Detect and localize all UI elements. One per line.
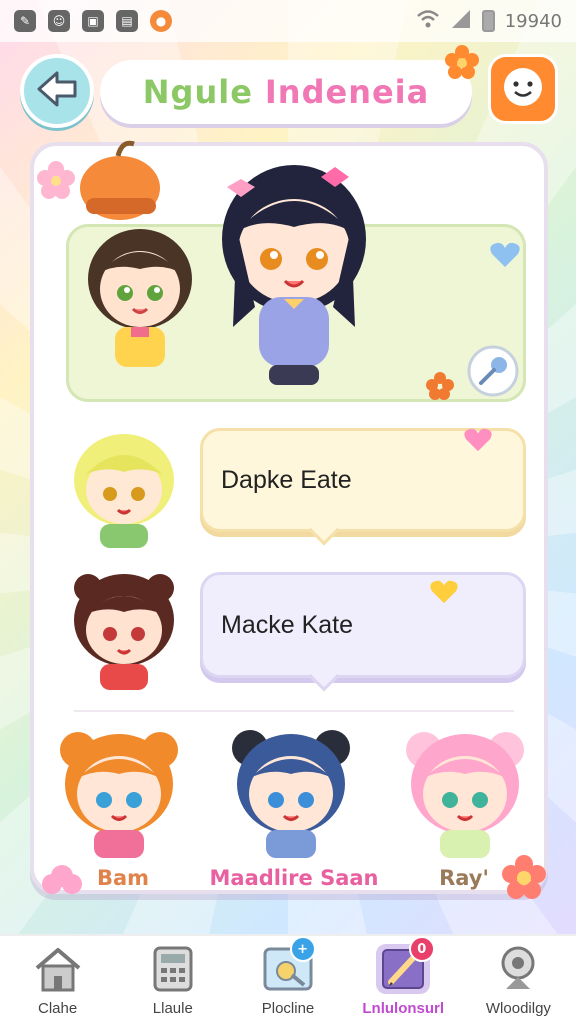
blue-heart-icon <box>489 241 521 273</box>
member-name-maadlire[interactable]: Maadlire Saan <box>184 866 404 890</box>
page-title: Ngule Indeneia <box>100 60 472 124</box>
blonde-chibi-avatar[interactable] <box>64 428 184 552</box>
bottom-nav: Clahe Llaule + Plocline 0 Lnlulonsurl Wl… <box>0 934 576 1024</box>
home-icon <box>31 944 85 994</box>
image-icon: ▤ <box>116 10 138 32</box>
member-name-text: Ray' <box>439 866 489 890</box>
status-right: 19940 <box>416 8 562 35</box>
nav-badge: + <box>289 936 316 962</box>
message-bubble-2[interactable]: Macke Kate <box>200 572 526 692</box>
member-name-ray[interactable]: Ray' <box>414 866 514 890</box>
nav-item-wloodilgy[interactable]: Wloodilgy <box>461 936 576 1024</box>
app-icon: ▣ <box>82 10 104 32</box>
navy-hair-chibi[interactable] <box>209 147 379 401</box>
nav-label: Lnlulonsurl <box>362 1000 445 1017</box>
game-icon: ● <box>150 10 172 32</box>
nav-label: Wloodilgy <box>485 1000 551 1017</box>
message-text-2: Macke Kate <box>221 610 354 639</box>
yellow-heart-icon <box>429 579 459 612</box>
chat-icon: ☺ <box>48 10 70 32</box>
back-arrow-icon <box>35 69 79 113</box>
pink-cloud-icon <box>40 864 82 902</box>
profile-button[interactable] <box>488 54 558 124</box>
magnifier-icon[interactable] <box>467 345 519 401</box>
nav-item-llaule[interactable]: Llaule <box>115 936 230 1024</box>
title-part-1: Ngule <box>142 73 253 111</box>
battery-icon <box>481 10 495 32</box>
tool-icon: ✎ <box>14 10 36 32</box>
auburn-chibi-avatar[interactable] <box>64 566 184 694</box>
featured-panel[interactable] <box>66 165 526 405</box>
brown-hair-chibi[interactable] <box>75 217 205 381</box>
smiley-face-icon <box>501 65 545 113</box>
nav-item-plocline[interactable]: + Plocline <box>230 936 345 1024</box>
title-part-2: Indeneia <box>264 73 430 111</box>
wifi-icon <box>416 9 440 34</box>
message-text-1: Dapke Eate <box>221 465 352 494</box>
message-bubble-1[interactable]: Dapke Eate <box>200 427 526 546</box>
pink-heart-icon <box>463 427 493 460</box>
orange-flower-icon <box>425 371 455 405</box>
member-avatar-maadlire[interactable] <box>224 724 358 862</box>
divider <box>74 710 514 712</box>
nav-label: Plocline <box>261 1000 315 1017</box>
member-avatar-ray[interactable] <box>398 724 532 862</box>
flower-icon <box>444 44 480 84</box>
status-left-icons: ✎ ☺ ▣ ▤ ● <box>14 10 172 32</box>
nav-label: Clahe <box>38 1000 78 1017</box>
member-name-text: Bam <box>96 866 150 890</box>
status-time: 19940 <box>504 10 562 32</box>
calculator-icon <box>146 944 200 994</box>
nav-label: Llaule <box>152 1000 193 1017</box>
coral-flower-icon <box>500 854 548 906</box>
nav-badge: 0 <box>408 936 435 962</box>
orange-hat-icon <box>58 136 178 230</box>
bubble-tail <box>308 514 340 546</box>
member-name-text: Maadlire Saan <box>209 866 379 890</box>
chat-card: Dapke Eate Macke Kate Bam Maadlire Saan … <box>30 140 548 899</box>
member-avatar-bam[interactable] <box>52 724 186 862</box>
nav-item-clahe[interactable]: Clahe <box>0 936 115 1024</box>
status-bar: ✎ ☺ ▣ ▤ ● 19940 <box>0 0 576 42</box>
bubble-tail <box>308 660 340 692</box>
nav-item-lnlulonsurl[interactable]: 0 Lnlulonsurl <box>346 936 461 1024</box>
member-name-bam[interactable]: Bam <box>68 866 178 890</box>
webcam-icon <box>491 944 545 994</box>
pink-flower-icon <box>36 160 76 204</box>
app-header: Ngule Indeneia <box>0 45 576 138</box>
back-button[interactable] <box>20 54 94 128</box>
signal-icon <box>450 8 472 35</box>
